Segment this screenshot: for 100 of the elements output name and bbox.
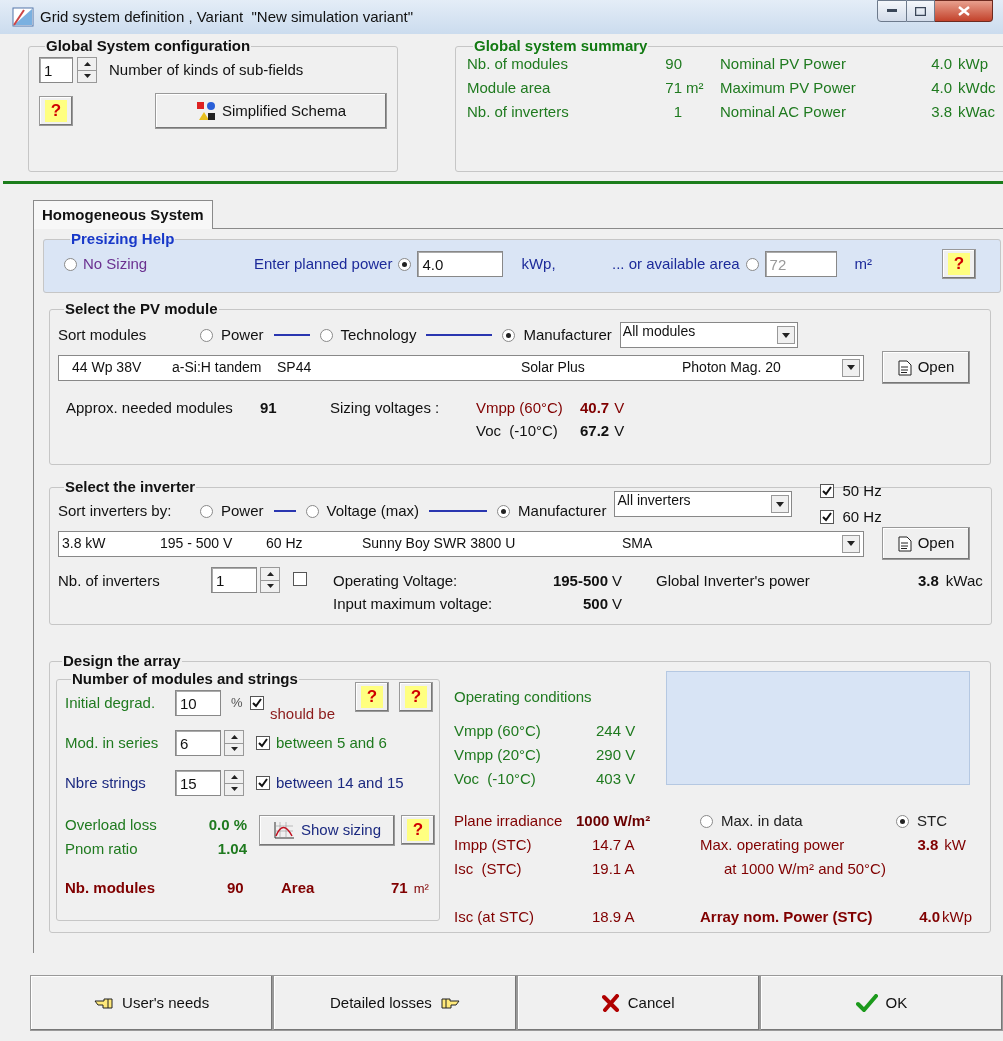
chart-icon <box>272 821 295 839</box>
checkbox[interactable] <box>256 775 270 790</box>
summary-unit: kWp <box>958 54 988 74</box>
window-title: Grid system definition , Variant "New simulation variant" <box>40 6 413 27</box>
nominal-value: 4.0 <box>919 907 940 927</box>
pointing-hand-icon <box>439 997 460 1009</box>
radio-label: Voltage (max) <box>326 500 420 521</box>
voltage-value: 40.7 <box>580 398 610 418</box>
power-value: 3.8 <box>917 835 939 855</box>
checkbox[interactable] <box>820 483 835 498</box>
hint-text: between 14 and 15 <box>276 772 404 793</box>
checkbox[interactable] <box>293 571 307 586</box>
summary-unit: m² <box>686 79 704 96</box>
radio-button[interactable] <box>64 257 77 271</box>
radio-button[interactable] <box>745 257 759 271</box>
condition-label: Vmpp (60°C) <box>454 721 542 741</box>
voltage-value: 195-500 <box>552 571 608 591</box>
voltage-label: Operating Voltage: <box>333 571 459 591</box>
condition-value: 244 V <box>596 721 637 741</box>
spin-buttons[interactable] <box>224 770 244 796</box>
voltage-value: 67.2 <box>580 421 610 441</box>
spin-buttons[interactable] <box>77 57 97 83</box>
field-label: Number of kinds of sub-fields <box>109 59 304 80</box>
minimize-icon <box>887 9 897 13</box>
show-sizing-button[interactable]: Show sizing <box>259 814 395 846</box>
maximize-button[interactable] <box>907 0 935 22</box>
number-field[interactable]: 15 <box>175 770 221 796</box>
filter-dropdown[interactable]: All modules <box>619 322 798 348</box>
spin-buttons[interactable] <box>260 567 280 593</box>
help-button[interactable]: ? <box>401 815 435 845</box>
help-button[interactable]: ? <box>39 96 73 126</box>
unit-label: % <box>231 694 244 713</box>
current-value: 18.9 A <box>591 907 636 927</box>
unit-label: kWp, <box>521 253 556 274</box>
connector-line <box>273 334 310 336</box>
field-label: Mod. in series <box>65 732 160 753</box>
radio-button[interactable] <box>896 814 909 828</box>
radio-label: Manufacturer <box>518 500 607 521</box>
inverters-label: Nb. of inverters <box>58 571 161 591</box>
minimize-button[interactable] <box>877 0 907 22</box>
selection-dropdown[interactable]: 3.8 kW 195 - 500 V 60 Hz Sunny Boy SWR 3800 U SMA <box>58 530 864 557</box>
radio-button[interactable] <box>502 328 516 342</box>
checkbox[interactable] <box>820 510 835 525</box>
help-button[interactable]: ? <box>355 682 389 712</box>
dialog-button[interactable]: User's needs <box>30 975 274 1031</box>
summary-label: Maximum PV Power <box>720 78 856 98</box>
radio-button[interactable] <box>305 504 319 518</box>
checkbox[interactable] <box>250 695 264 710</box>
filter-dropdown[interactable]: All inverters <box>614 491 793 517</box>
help-button[interactable]: ? <box>399 682 433 712</box>
condition-label: Voc (-10°C) <box>454 769 537 789</box>
checkbox-label: 50 Hz <box>842 480 882 501</box>
schema-button[interactable]: Simplified Schema <box>155 93 387 129</box>
unit-label: V <box>614 398 625 418</box>
power-note: at 1000 W/m² and 50°C) <box>723 859 887 879</box>
area-value: 71 <box>391 878 408 898</box>
radio-button[interactable] <box>200 328 213 342</box>
open-button[interactable]: Open <box>882 527 970 560</box>
summary-value: 4.0 <box>931 54 952 74</box>
unit-label: m² <box>413 879 429 898</box>
dialog-button[interactable]: Cancel <box>516 975 760 1031</box>
nominal-label: Array nom. Power (STC) <box>700 907 874 927</box>
unit-label: kWac <box>945 571 983 591</box>
number-field[interactable]: 1 <box>211 567 257 593</box>
radio-button[interactable] <box>319 328 333 342</box>
sizing-label: Sizing voltages : <box>330 398 441 418</box>
cross-icon <box>601 994 620 1012</box>
close-button[interactable] <box>935 0 993 22</box>
number-field[interactable]: 1 <box>39 57 73 83</box>
group-title: Number of modules and strings <box>71 671 299 687</box>
spin-buttons[interactable] <box>224 730 244 756</box>
condition-value: 403 V <box>596 769 637 789</box>
open-button[interactable]: Open <box>882 351 970 384</box>
hint-text: should be <box>270 703 336 724</box>
tab[interactable]: Homogeneous System <box>33 200 213 229</box>
irradiance-label: Plane irradiance <box>454 811 564 831</box>
summary-label: Module area <box>467 78 551 98</box>
unit-label: kWp <box>942 907 972 927</box>
dialog-button[interactable]: OK <box>759 975 1003 1031</box>
help-button[interactable]: ? <box>942 249 976 279</box>
number-field[interactable]: 4.0 <box>417 251 504 277</box>
sort-label: Sort inverters by: <box>58 500 173 521</box>
radio-label: No Sizing <box>83 253 148 274</box>
selection-dropdown[interactable]: 44 Wp 38V a-Si:H tandem SP44 Solar Plus Photon Mag. 20 <box>58 354 864 381</box>
radio-button[interactable] <box>398 257 412 271</box>
power-value: 3.8 <box>918 571 939 591</box>
summary-label: Nb. of inverters <box>467 102 569 122</box>
radio-button[interactable] <box>700 814 713 828</box>
radio-button[interactable] <box>200 504 213 518</box>
dialog-button[interactable]: Detailed losses <box>273 975 517 1031</box>
radio-button[interactable] <box>497 504 511 518</box>
unit-label: V <box>614 421 625 441</box>
number-field[interactable]: 6 <box>175 730 221 756</box>
number-field[interactable]: 10 <box>175 690 221 716</box>
current-label: Impp (STC) <box>454 835 533 855</box>
close-icon <box>957 6 970 16</box>
needed-label: Approx. needed modules <box>66 398 234 418</box>
checkbox[interactable] <box>256 735 270 750</box>
summary-value: 90 <box>665 54 682 74</box>
connector-line <box>273 510 296 512</box>
